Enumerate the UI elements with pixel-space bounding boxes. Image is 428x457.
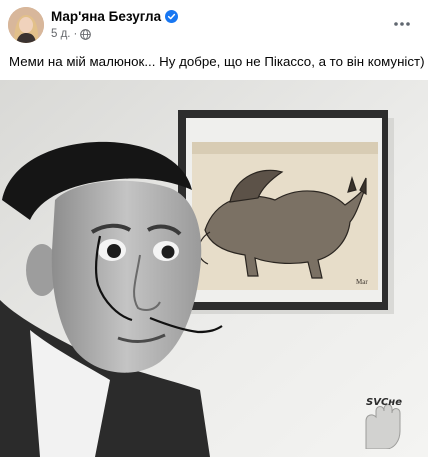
post-meta: 5 д. · — [51, 28, 92, 40]
watermark-text: SVCне — [366, 397, 402, 408]
post-timestamp[interactable]: 5 д. — [51, 28, 71, 40]
svcne-watermark: SVCне — [358, 391, 410, 449]
verified-badge-icon — [165, 10, 179, 23]
author-name[interactable]: Мар'яна Безугла — [51, 9, 161, 24]
more-options-button[interactable] — [390, 14, 414, 34]
globe-icon[interactable] — [80, 28, 92, 40]
author-row: Мар'яна Безугла — [51, 9, 179, 24]
svg-text:Mar: Mar — [356, 278, 368, 286]
facebook-post: Мар'яна Безугла 5 д. · Меми на мій малюн… — [0, 0, 428, 457]
author-avatar[interactable] — [8, 7, 44, 43]
post-image[interactable]: Mar SVCне — [0, 80, 428, 457]
post-header: Мар'яна Безугла 5 д. · — [0, 0, 428, 46]
meta-separator: · — [73, 28, 78, 40]
post-text: Меми на мій малюнок... Ну добре, що не П… — [9, 54, 425, 69]
more-options-icon — [394, 22, 410, 26]
